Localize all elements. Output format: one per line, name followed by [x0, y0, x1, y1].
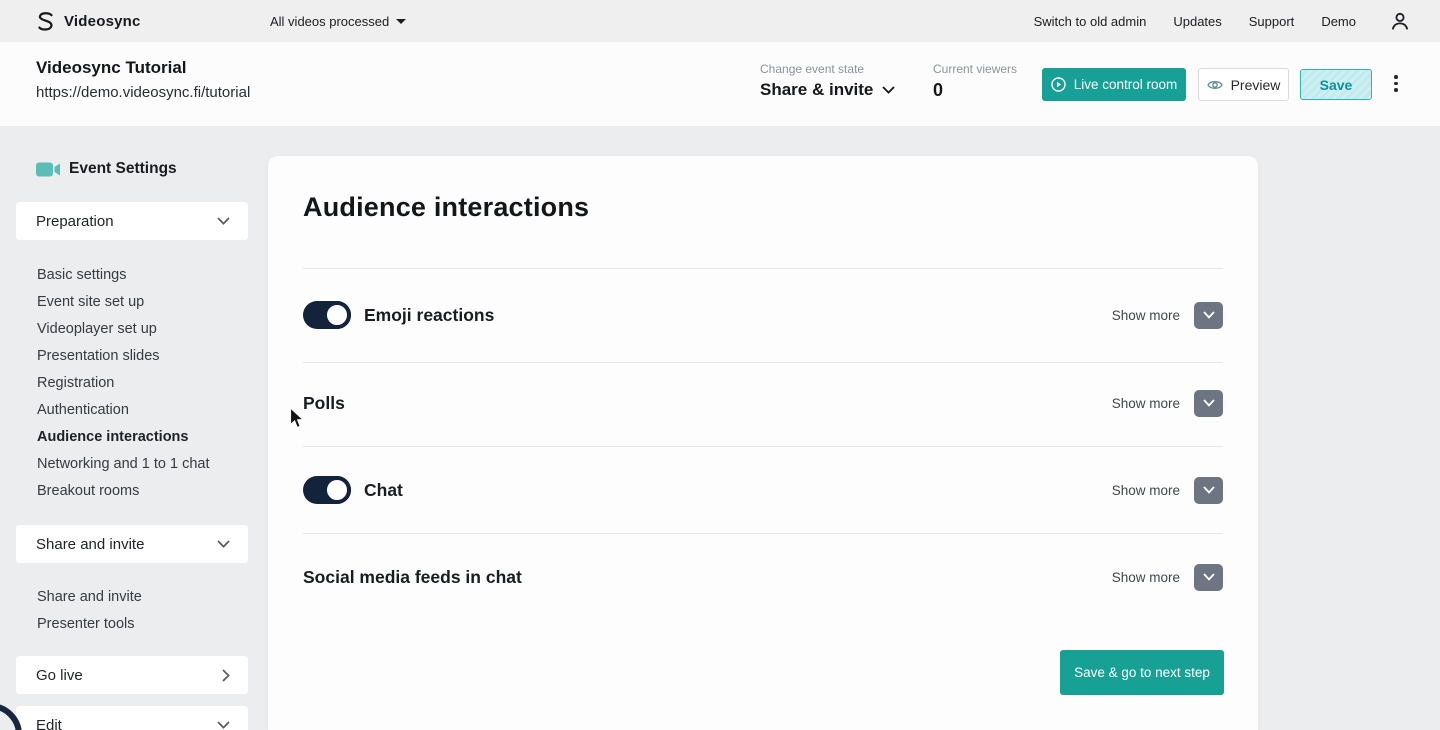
event-state-value: Share & invite: [760, 80, 874, 99]
page-title: Videosync Tutorial: [36, 58, 187, 77]
divider: [303, 268, 1223, 269]
row-label: Polls: [303, 392, 345, 413]
sidebar-item-breakout-rooms[interactable]: Breakout rooms: [37, 478, 210, 505]
chevron-down-icon: [217, 721, 230, 729]
videos-processed-dropdown[interactable]: All videos processed: [270, 13, 407, 29]
chevron-down-icon: [1202, 573, 1215, 581]
event-state-label: Change event state: [760, 62, 865, 76]
show-more-link[interactable]: Show more: [1112, 483, 1180, 498]
sidebar-item-authentication[interactable]: Authentication: [37, 397, 210, 424]
event-settings-title: Event Settings: [36, 160, 177, 178]
sidebar-item-event-site-set-up[interactable]: Event site set up: [37, 289, 210, 316]
row-label: Social media feeds in chat: [303, 566, 522, 587]
divider: [303, 533, 1223, 534]
accordion-share-label: Share and invite: [36, 535, 145, 553]
chevron-down-icon: [1202, 399, 1215, 407]
save-label: Save: [1319, 76, 1353, 93]
accordion-edit-label: Edit: [36, 716, 62, 730]
row-emoji-reactions: Emoji reactions Show more: [303, 287, 1223, 343]
accordion-preparation-label: Preparation: [36, 212, 114, 230]
videosync-logo-icon: [36, 11, 55, 32]
expand-button[interactable]: [1194, 389, 1223, 417]
sidebar-item-networking-1to1-chat[interactable]: Networking and 1 to 1 chat: [37, 451, 210, 478]
chevron-down-icon: [217, 540, 230, 548]
sidebar-item-audience-interactions[interactable]: Audience interactions: [37, 424, 210, 451]
video-camera-icon: [36, 162, 60, 176]
expand-button[interactable]: [1194, 563, 1223, 591]
save-and-next-step-button[interactable]: Save & go to next step: [1060, 650, 1224, 695]
chevron-down-icon: [1202, 311, 1215, 319]
live-control-room-label: Live control room: [1073, 77, 1178, 92]
chevron-down-icon: [1202, 486, 1215, 494]
accordion-edit[interactable]: Edit: [16, 706, 248, 730]
event-settings-label: Event Settings: [69, 160, 177, 177]
show-more-link[interactable]: Show more: [1112, 396, 1180, 411]
save-button[interactable]: Save: [1300, 69, 1372, 100]
page-url: https://demo.videosync.fi/tutorial: [36, 84, 251, 101]
current-viewers-label: Current viewers: [933, 62, 1018, 76]
current-viewers-block: Current viewers 0: [933, 62, 1017, 101]
user-icon: [1391, 12, 1409, 30]
chevron-down-icon: [882, 86, 896, 94]
play-circle-icon: [1051, 77, 1066, 92]
sidebar-item-share-and-invite[interactable]: Share and invite: [37, 584, 142, 611]
accordion-go-live[interactable]: Go live: [16, 656, 248, 694]
caret-down-icon: [396, 18, 407, 24]
link-demo[interactable]: Demo: [1321, 14, 1356, 29]
more-options-kebab-menu[interactable]: [1392, 73, 1400, 94]
brand[interactable]: Videosync: [36, 11, 141, 32]
event-state-dropdown[interactable]: Share & invite: [760, 80, 896, 100]
topbar-links: Switch to old admin Updates Support Demo: [1034, 14, 1356, 29]
sidebar-item-registration[interactable]: Registration: [37, 370, 210, 397]
brand-name: Videosync: [64, 12, 141, 30]
divider: [303, 446, 1223, 447]
sidebar-item-presentation-slides[interactable]: Presentation slides: [37, 343, 210, 370]
row-social-media-feeds: Social media feeds in chat Show more: [303, 549, 1223, 605]
accordion-go-live-label: Go live: [36, 666, 83, 684]
accordion-preparation[interactable]: Preparation: [16, 202, 248, 240]
link-support[interactable]: Support: [1249, 14, 1295, 29]
show-more-link[interactable]: Show more: [1112, 308, 1180, 323]
preview-button[interactable]: Preview: [1198, 68, 1289, 101]
topbar: Videosync All videos processed Switch to…: [0, 0, 1440, 42]
share-nav: Share and invite Presenter tools: [37, 584, 142, 638]
eye-icon: [1206, 80, 1223, 89]
divider: [303, 362, 1223, 363]
sidebar-item-videoplayer-set-up[interactable]: Videoplayer set up: [37, 316, 210, 343]
sidebar-item-presenter-tools[interactable]: Presenter tools: [37, 611, 142, 638]
row-label: Chat: [364, 479, 403, 500]
row-chat: Chat Show more: [303, 462, 1223, 518]
accordion-share-and-invite[interactable]: Share and invite: [16, 525, 248, 563]
chevron-down-icon: [217, 217, 230, 225]
link-switch-to-old-admin[interactable]: Switch to old admin: [1034, 14, 1147, 29]
link-updates[interactable]: Updates: [1173, 14, 1221, 29]
live-control-room-button[interactable]: Live control room: [1042, 68, 1186, 101]
expand-button[interactable]: [1194, 301, 1223, 329]
current-viewers-count: 0: [933, 80, 944, 100]
row-label: Emoji reactions: [364, 304, 495, 325]
user-account-button[interactable]: [1390, 11, 1410, 31]
preview-label: Preview: [1230, 76, 1281, 93]
main-panel: Audience interactions Emoji reactions Sh…: [268, 156, 1258, 730]
event-state-block: Change event state Share & invite: [760, 62, 896, 100]
emoji-reactions-toggle[interactable]: [303, 301, 351, 329]
videos-processed-label: All videos processed: [270, 13, 390, 29]
show-more-link[interactable]: Show more: [1112, 570, 1180, 585]
expand-button[interactable]: [1194, 476, 1223, 504]
preparation-nav: Basic settings Event site set up Videopl…: [37, 262, 210, 505]
chat-toggle[interactable]: [303, 476, 351, 504]
row-polls: Polls Show more: [303, 375, 1223, 431]
chevron-right-icon: [222, 668, 230, 682]
header: Videosync Tutorial https://demo.videosyn…: [0, 42, 1440, 126]
sidebar-item-basic-settings[interactable]: Basic settings: [37, 262, 210, 289]
section-heading: Audience interactions: [303, 192, 590, 222]
